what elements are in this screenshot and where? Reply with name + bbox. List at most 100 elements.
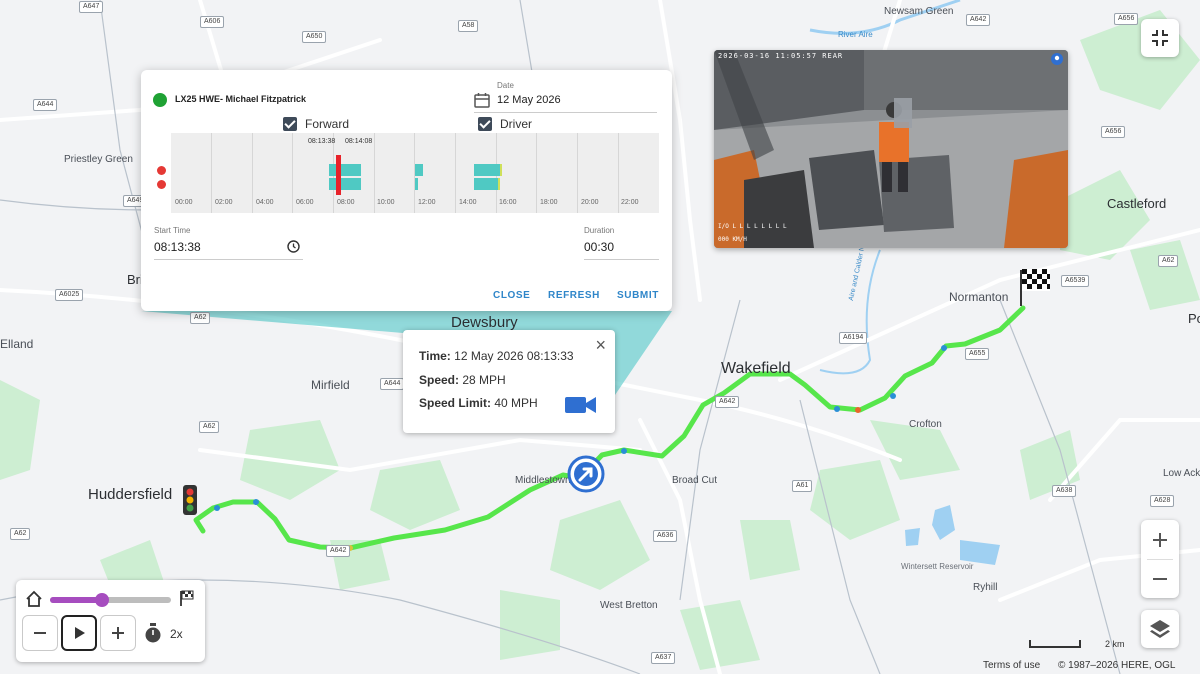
road-shield: A650 bbox=[302, 31, 327, 43]
road-shield: A606 bbox=[200, 16, 225, 28]
place-wintersett: Wintersett Reservoir bbox=[901, 562, 974, 571]
slow-down-button[interactable] bbox=[22, 615, 58, 651]
duration-underline bbox=[584, 259, 659, 260]
playback-control: 2x bbox=[16, 580, 205, 662]
timeline-hour-label: 14:00 bbox=[459, 199, 477, 206]
timeline-event-marker bbox=[498, 178, 500, 190]
close-button[interactable]: CLOSE bbox=[493, 290, 530, 301]
forward-channel-dot bbox=[157, 166, 166, 175]
vehicle-status-dot bbox=[153, 93, 167, 107]
timeline-activity-block[interactable] bbox=[474, 164, 502, 176]
zoom-out-button[interactable] bbox=[1141, 559, 1179, 598]
place-castleford: Castleford bbox=[1107, 196, 1167, 211]
zoom-control bbox=[1141, 520, 1179, 598]
road-shield: A628 bbox=[1150, 495, 1175, 507]
finish-flag-icon[interactable] bbox=[1017, 266, 1051, 308]
timeline-hour-label: 06:00 bbox=[296, 199, 314, 206]
road-shield: A644 bbox=[33, 99, 58, 111]
location-info-popup: × Time: 12 May 2026 08:13:33 Speed: 28 M… bbox=[403, 330, 615, 433]
vehicle-name: LX25 HWE- Michael Fitzpatrick bbox=[175, 94, 307, 104]
timeline-gridline bbox=[252, 133, 253, 213]
start-time-field[interactable]: 08:13:38 bbox=[154, 240, 201, 254]
minus-icon bbox=[1153, 577, 1167, 580]
playback-slider-knob[interactable] bbox=[95, 593, 110, 607]
place-west-bretton: West Bretton bbox=[600, 600, 658, 611]
timeline-gridline bbox=[536, 133, 537, 213]
driver-label: Driver bbox=[500, 117, 532, 131]
video-camera-icon[interactable] bbox=[565, 395, 597, 415]
place-mirfield: Mirfield bbox=[311, 378, 350, 392]
vehicle-position-marker-icon[interactable] bbox=[566, 454, 606, 494]
timeline-activity-block[interactable] bbox=[415, 164, 423, 176]
timeline-gridline bbox=[455, 133, 456, 213]
timeline-activity-block[interactable] bbox=[329, 178, 361, 190]
timeline-hour-label: 04:00 bbox=[256, 199, 274, 206]
timeline-event-marker bbox=[500, 164, 502, 176]
timeline-activity-block[interactable] bbox=[474, 178, 498, 190]
flag-icon[interactable] bbox=[179, 589, 195, 607]
timeline-activity-block[interactable] bbox=[329, 164, 361, 176]
speed-limit-value: 40 MPH bbox=[494, 396, 538, 410]
start-time-underline bbox=[154, 259, 303, 260]
road-shield: A6539 bbox=[1061, 275, 1090, 287]
date-field[interactable]: 12 May 2026 bbox=[497, 94, 561, 106]
road-shield: A637 bbox=[651, 652, 676, 664]
clock-icon[interactable] bbox=[287, 240, 300, 253]
playback-slider[interactable] bbox=[50, 593, 171, 607]
place-elland: Elland bbox=[0, 337, 34, 351]
place-normanton: Normanton bbox=[949, 290, 1009, 304]
submit-button[interactable]: SUBMIT bbox=[617, 290, 659, 301]
playback-speed[interactable]: 2x bbox=[170, 627, 183, 641]
timeline-gridline bbox=[211, 133, 212, 213]
driver-checkbox[interactable] bbox=[478, 117, 492, 131]
calendar-icon[interactable] bbox=[474, 92, 490, 108]
stopwatch-icon bbox=[145, 623, 161, 643]
speed-up-button[interactable] bbox=[100, 615, 136, 651]
popup-close-button[interactable]: × bbox=[595, 336, 606, 354]
exit-fullscreen-icon bbox=[1152, 30, 1168, 46]
timeline-hour-label: 16:00 bbox=[499, 199, 517, 206]
place-pontefract: Po bbox=[1188, 311, 1200, 326]
forward-label: Forward bbox=[305, 117, 350, 131]
road-shield: A62 bbox=[1158, 255, 1179, 267]
timeline-activity-block[interactable] bbox=[415, 178, 418, 190]
layers-icon bbox=[1150, 620, 1170, 638]
minus-icon bbox=[34, 632, 46, 634]
popup-time-row: Time: 12 May 2026 08:13:33 bbox=[419, 349, 574, 363]
place-huddersfield: Huddersfield bbox=[88, 486, 173, 503]
start-traffic-light-icon[interactable] bbox=[180, 484, 200, 518]
location-pin-icon[interactable] bbox=[1050, 52, 1064, 66]
camera-image bbox=[714, 50, 1068, 248]
activity-timeline[interactable]: 00:00 02:00 04:00 06:00 08:00 10:00 12:0… bbox=[171, 133, 659, 213]
timeline-gridline bbox=[618, 133, 619, 213]
road-shield: A644 bbox=[380, 378, 405, 390]
date-label: Date bbox=[497, 81, 514, 90]
refresh-button[interactable]: REFRESH bbox=[548, 290, 600, 301]
place-river-aire: River Aire bbox=[838, 30, 873, 39]
driver-channel-dot bbox=[157, 180, 166, 189]
forward-checkbox[interactable] bbox=[283, 117, 297, 131]
exit-fullscreen-button[interactable] bbox=[1141, 19, 1179, 57]
road-shield: A638 bbox=[1052, 485, 1077, 497]
plus-icon bbox=[1153, 532, 1167, 547]
timeline-selection-range[interactable] bbox=[336, 155, 341, 195]
map-copyright: © 1987–2026 HERE, OGL bbox=[1058, 660, 1176, 671]
camera-overlay-top: 2026-03-16 11:05:57 REAR bbox=[718, 52, 844, 60]
date-underline bbox=[474, 112, 657, 113]
place-low-ackworth: Low Ack bbox=[1163, 468, 1200, 479]
road-shield: A62 bbox=[190, 312, 211, 324]
place-wakefield: Wakefield bbox=[721, 360, 791, 377]
map-layers-button[interactable] bbox=[1141, 610, 1179, 648]
camera-overlay-speed: 000 KM/H bbox=[718, 236, 747, 243]
timeline-hour-label: 18:00 bbox=[540, 199, 558, 206]
home-icon[interactable] bbox=[25, 590, 43, 608]
place-crofton: Crofton bbox=[909, 419, 942, 430]
popup-speed-limit-row: Speed Limit: 40 MPH bbox=[419, 396, 538, 410]
terms-link[interactable]: Terms of use bbox=[983, 660, 1040, 671]
zoom-in-button[interactable] bbox=[1141, 520, 1179, 559]
duration-field[interactable]: 00:30 bbox=[584, 240, 614, 254]
road-shield: A656 bbox=[1114, 13, 1139, 25]
play-button[interactable] bbox=[61, 615, 97, 651]
camera-snapshot[interactable]: 2026-03-16 11:05:57 REAR I/O L L L L L L… bbox=[714, 50, 1068, 248]
plus-icon bbox=[112, 627, 124, 639]
